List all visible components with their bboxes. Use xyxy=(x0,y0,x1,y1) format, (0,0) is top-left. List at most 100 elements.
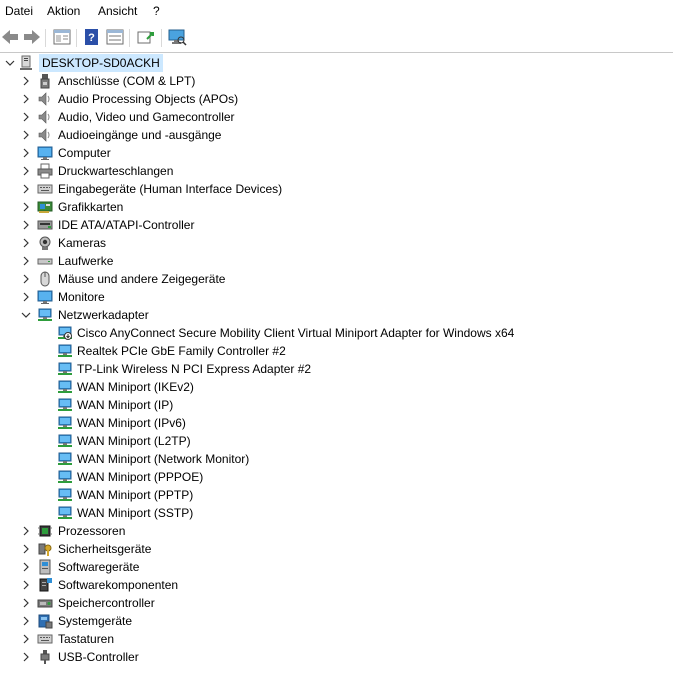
chevron-right-icon[interactable] xyxy=(20,234,32,252)
tree-category-label: Computer xyxy=(58,146,111,160)
properties-pane-icon[interactable] xyxy=(51,27,73,47)
forward-icon[interactable] xyxy=(20,27,42,47)
chevron-down-icon[interactable] xyxy=(20,306,32,324)
tree-device-label: Cisco AnyConnect Secure Mobility Client … xyxy=(77,326,515,340)
speaker-icon xyxy=(37,127,53,143)
speaker-icon xyxy=(37,109,53,125)
chevron-right-icon[interactable] xyxy=(20,180,32,198)
menu-help[interactable]: ? xyxy=(153,4,160,19)
chevron-right-icon[interactable] xyxy=(20,540,32,558)
tree-category-label: Audioeingänge und -ausgänge xyxy=(58,128,222,142)
camera-icon xyxy=(37,235,53,251)
tree-category-label: Kameras xyxy=(58,236,107,250)
keyboard-icon xyxy=(37,181,53,197)
display-adapter-icon xyxy=(37,199,53,215)
chevron-right-icon[interactable] xyxy=(20,612,32,630)
chevron-right-icon[interactable] xyxy=(20,198,32,216)
toolbar-separator xyxy=(161,29,162,47)
storage-controller-icon xyxy=(37,595,53,611)
menu-aktion[interactable]: Aktion xyxy=(47,4,80,19)
toolbar-separator xyxy=(45,29,46,47)
chevron-right-icon[interactable] xyxy=(20,144,32,162)
tree-category-label: Systemgeräte xyxy=(58,614,133,628)
software-component-icon xyxy=(37,577,53,593)
tree-device-label: WAN Miniport (L2TP) xyxy=(77,434,191,448)
chevron-right-icon[interactable] xyxy=(20,162,32,180)
chevron-right-icon[interactable] xyxy=(20,270,32,288)
menu-ansicht[interactable]: Ansicht xyxy=(98,4,137,19)
software-device-icon xyxy=(37,559,53,575)
computer-root-icon xyxy=(18,55,34,71)
tree-category-label: Audio Processing Objects (APOs) xyxy=(58,92,239,106)
drive-icon xyxy=(37,253,53,269)
chevron-right-icon[interactable] xyxy=(20,576,32,594)
chevron-right-icon[interactable] xyxy=(20,288,32,306)
chevron-right-icon[interactable] xyxy=(20,72,32,90)
network-adapter-icon xyxy=(57,505,73,521)
tree-category-label: Druckwarteschlangen xyxy=(58,164,174,178)
tree-device-label: WAN Miniport (IP) xyxy=(77,398,174,412)
scan-hardware-icon[interactable] xyxy=(166,27,188,47)
tree-device-label: WAN Miniport (IPv6) xyxy=(77,416,186,430)
chevron-right-icon[interactable] xyxy=(20,522,32,540)
tree-category-label: Softwarekomponenten xyxy=(58,578,179,592)
network-icon xyxy=(37,307,53,323)
tree-category-label: Softwaregeräte xyxy=(58,560,140,574)
security-key-icon xyxy=(37,541,53,557)
chevron-right-icon[interactable] xyxy=(20,648,32,666)
help-icon[interactable]: ? xyxy=(81,27,103,47)
monitor-icon xyxy=(37,289,53,305)
keyboard-icon xyxy=(37,631,53,647)
toolbar: ? xyxy=(0,23,673,51)
tree-device-label: WAN Miniport (PPTP) xyxy=(77,488,194,502)
port-icon xyxy=(37,73,53,89)
usb-icon xyxy=(37,649,53,665)
tree-category-label: Audio, Video und Gamecontroller xyxy=(58,110,235,124)
system-device-icon xyxy=(37,613,53,629)
tree-category-label: Netzwerkadapter xyxy=(58,308,149,322)
network-adapter-icon xyxy=(57,415,73,431)
tree-category-label: Eingabegeräte (Human Interface Devices) xyxy=(58,182,283,196)
svg-text:?: ? xyxy=(88,32,95,44)
menu-datei[interactable]: Datei xyxy=(5,4,33,19)
tree-category-label: Prozessoren xyxy=(58,524,126,538)
update-driver-icon[interactable] xyxy=(135,27,157,47)
chevron-right-icon[interactable] xyxy=(20,630,32,648)
tree-category-label: Sicherheitsgeräte xyxy=(58,542,152,556)
monitor-icon xyxy=(37,145,53,161)
chevron-down-icon[interactable] xyxy=(4,54,16,72)
toolbar-separator xyxy=(76,29,77,47)
network-adapter-icon xyxy=(57,397,73,413)
tree-category-label: Laufwerke xyxy=(58,254,114,268)
menu-bar: Datei Aktion Ansicht ? xyxy=(0,0,673,23)
chevron-right-icon[interactable] xyxy=(20,216,32,234)
view-icon[interactable] xyxy=(104,27,126,47)
tree-category-label: IDE ATA/ATAPI-Controller xyxy=(58,218,195,232)
mouse-icon xyxy=(37,271,53,287)
content-border xyxy=(0,52,673,53)
network-adapter-icon xyxy=(57,433,73,449)
tree-device-label: WAN Miniport (IKEv2) xyxy=(77,380,194,394)
back-icon[interactable] xyxy=(0,27,22,47)
network-adapter-icon xyxy=(57,451,73,467)
chevron-right-icon[interactable] xyxy=(20,126,32,144)
tree-category-label: Mäuse und andere Zeigegeräte xyxy=(58,272,226,286)
chevron-right-icon[interactable] xyxy=(20,594,32,612)
chevron-right-icon[interactable] xyxy=(20,90,32,108)
tree-device-label: WAN Miniport (SSTP) xyxy=(77,506,194,520)
processor-icon xyxy=(37,523,53,539)
chevron-right-icon[interactable] xyxy=(20,558,32,576)
network-adapter-icon xyxy=(57,487,73,503)
printer-icon xyxy=(37,163,53,179)
tree-category-label: USB-Controller xyxy=(58,650,139,664)
network-adapter-icon xyxy=(57,379,73,395)
tree-category-label: Grafikkarten xyxy=(58,200,124,214)
tree-category-label: Monitore xyxy=(58,290,105,304)
network-adapter-icon xyxy=(57,343,73,359)
chevron-right-icon[interactable] xyxy=(20,252,32,270)
tree-device-label: WAN Miniport (PPPOE) xyxy=(77,470,204,484)
network-adapter-icon xyxy=(57,469,73,485)
tree-device-label: WAN Miniport (Network Monitor) xyxy=(77,452,250,466)
chevron-right-icon[interactable] xyxy=(20,108,32,126)
speaker-icon xyxy=(37,91,53,107)
